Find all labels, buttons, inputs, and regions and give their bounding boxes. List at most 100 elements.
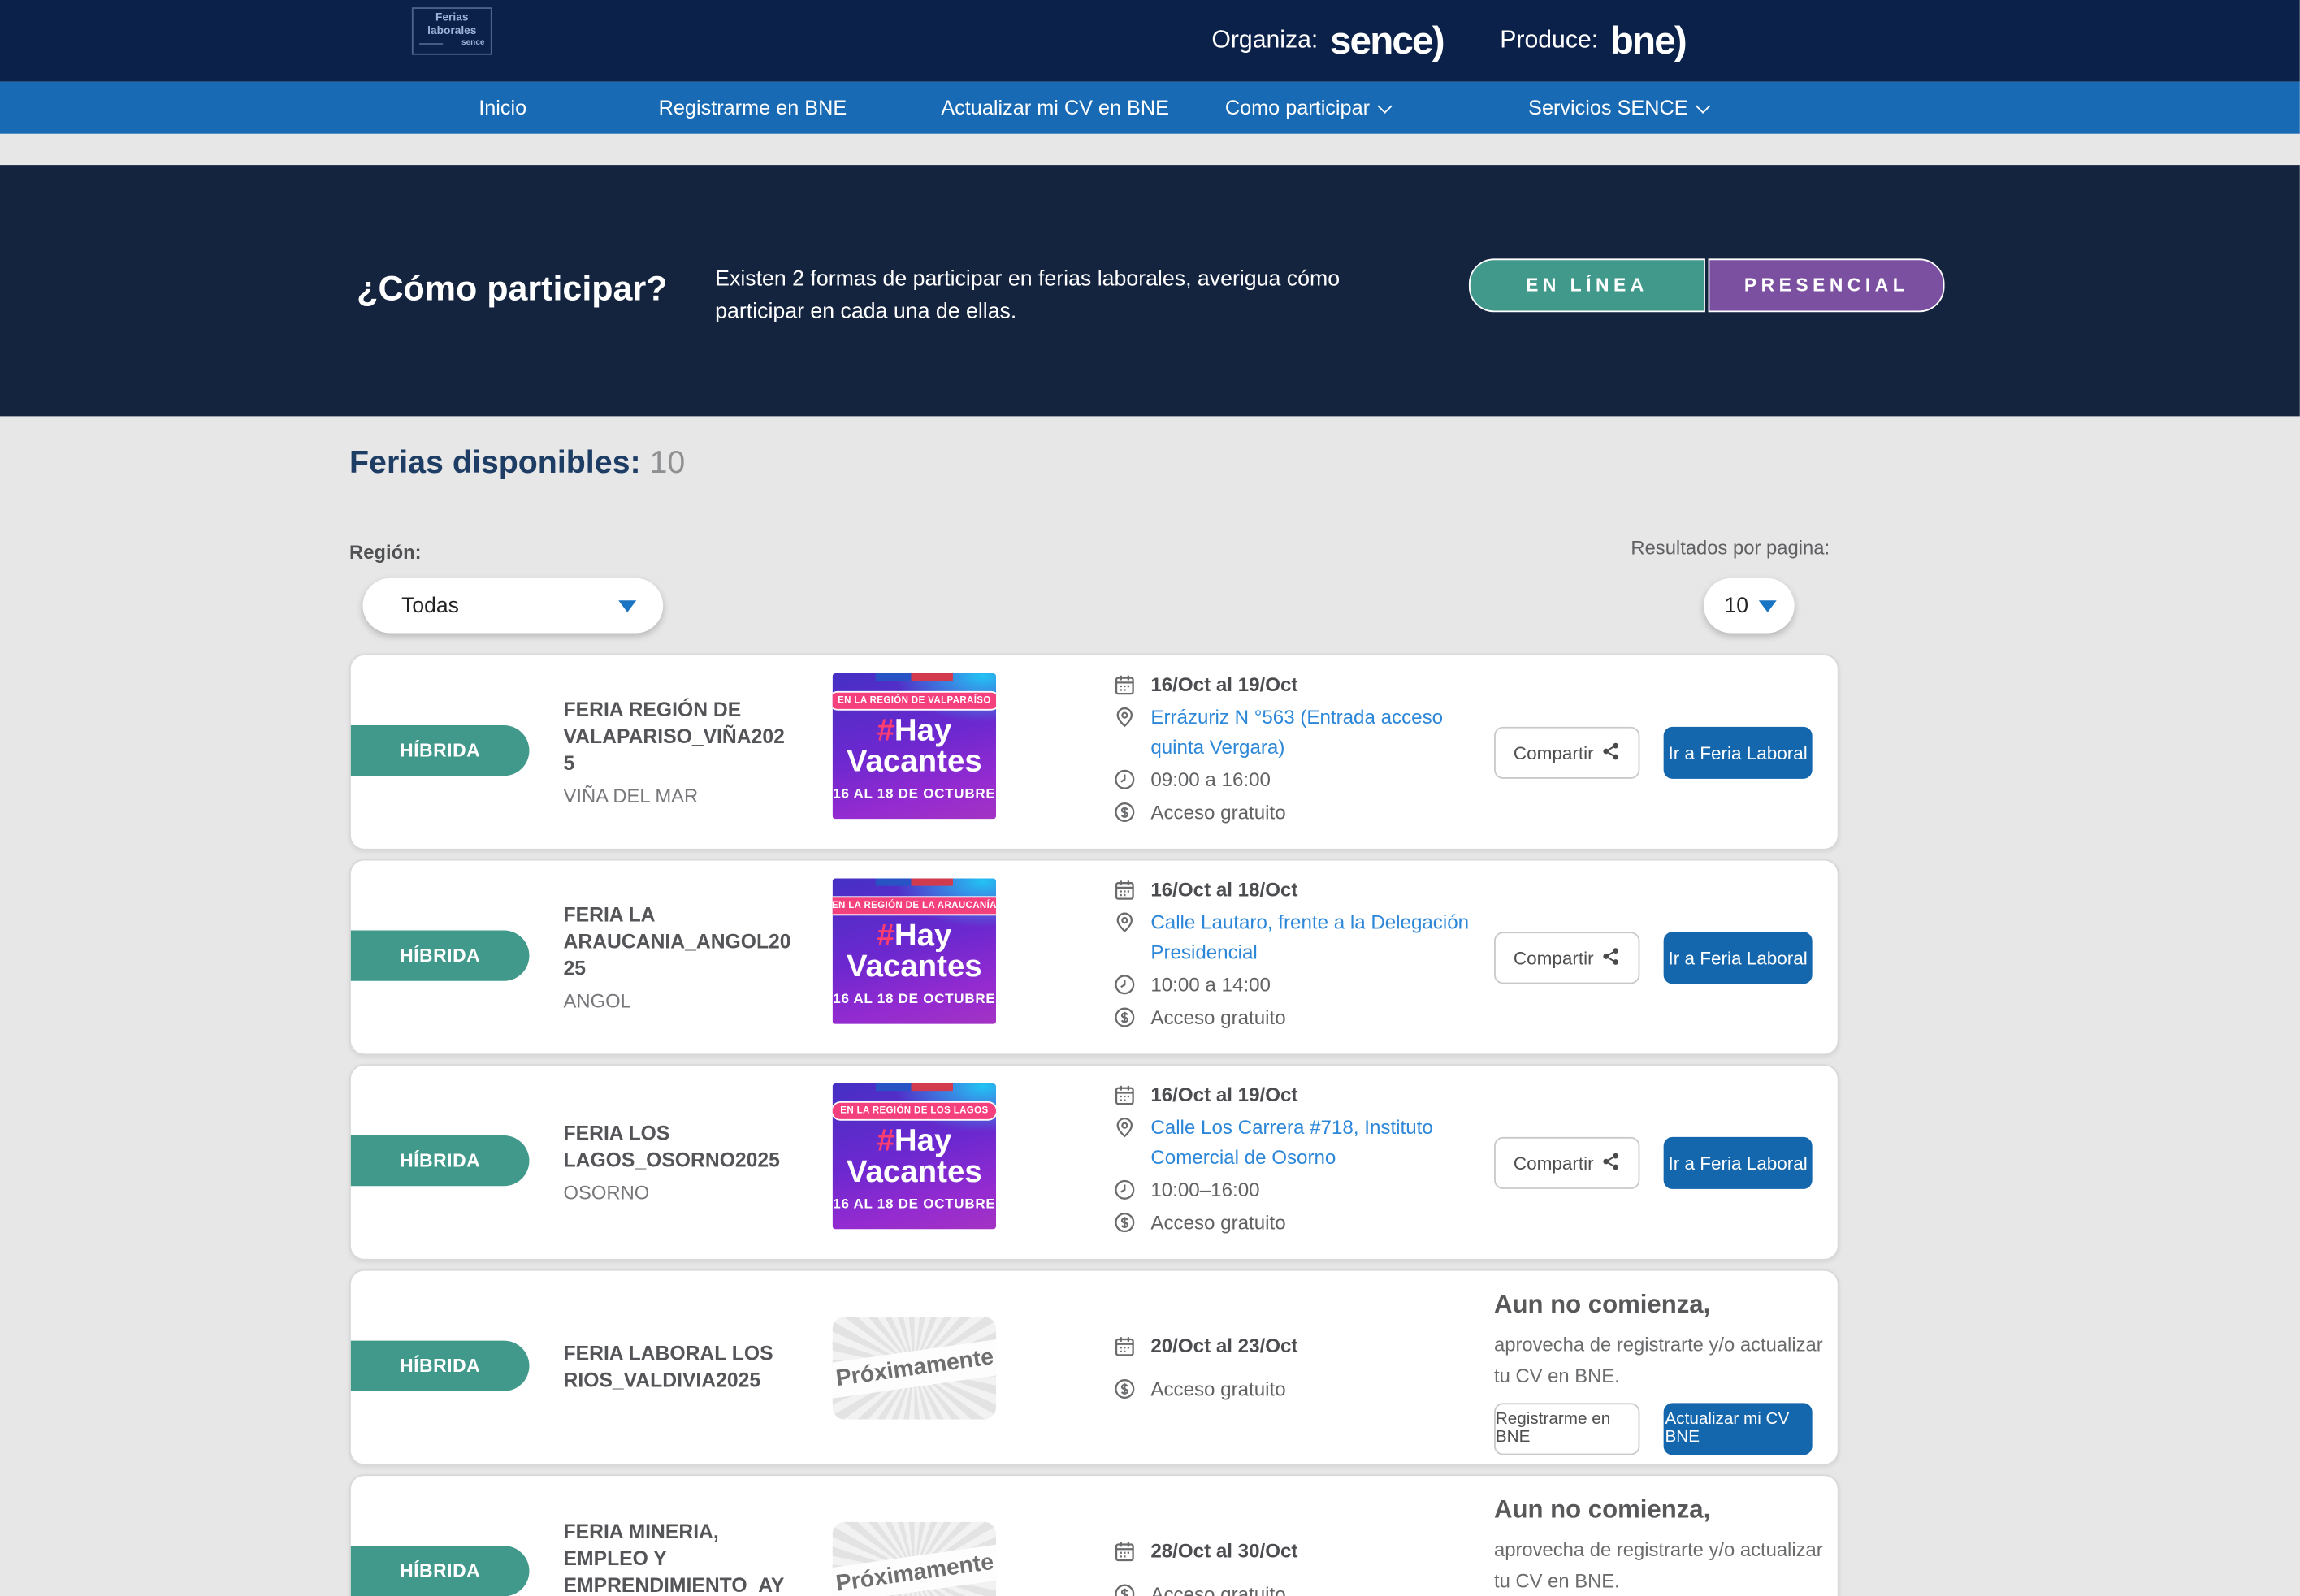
notice-title: Aun no comienza, <box>1494 1495 1829 1525</box>
feria-access: Acceso gratuito <box>1150 1003 1285 1033</box>
calendar-icon <box>1114 1083 1137 1107</box>
dollar-icon <box>1114 1582 1137 1596</box>
feria-title: FERIA LA ARAUCANIA_ANGOL2025 <box>564 902 795 982</box>
clock-icon <box>1114 1179 1137 1202</box>
feria-card: HÍBRIDA FERIA LA ARAUCANIA_ANGOL2025 ANG… <box>349 859 1839 1056</box>
nav-item-servicios-sence[interactable]: Servicios SENCE <box>1528 82 1709 134</box>
compartir-button[interactable]: Compartir <box>1494 1137 1639 1189</box>
not-started-notice: Aun no comienza, aprovecha de registrart… <box>1494 1290 1829 1454</box>
not-started-notice: Aun no comienza, aprovecha de registrart… <box>1494 1495 1829 1596</box>
region-select[interactable]: Todas <box>362 578 663 634</box>
clock-icon <box>1114 974 1137 997</box>
poster-region-tag: EN LA REGIÓN DE LA ARAUCANÍA <box>833 896 996 915</box>
feria-access: Acceso gratuito <box>1150 1579 1285 1596</box>
hero-section: ¿Cómo participar? Existen 2 formas de pa… <box>0 165 2300 416</box>
top-header: Ferias laborales sence Organiza: sence P… <box>0 0 2300 82</box>
feria-date: 16/Oct al 19/Oct <box>1150 670 1297 700</box>
chile-flag-strip <box>876 1083 953 1091</box>
poster-region-tag: EN LA REGIÓN DE VALPARAÍSO <box>833 691 996 711</box>
feria-access: Acceso gratuito <box>1150 1374 1285 1404</box>
chevron-down-icon <box>1696 99 1711 114</box>
feria-location-link[interactable]: Errázuriz N °563 (Entrada acceso quinta … <box>1150 703 1478 763</box>
logo-line2: laborales <box>419 24 485 37</box>
hashtag: # <box>877 919 894 953</box>
calendar-icon <box>1114 878 1137 902</box>
chile-flag-strip <box>876 673 953 681</box>
share-icon <box>1601 1151 1621 1174</box>
nav-item-como-participar[interactable]: Como participar <box>1225 82 1391 134</box>
dropdown-arrow-icon <box>1759 599 1777 612</box>
proximamente-label: Próximamente <box>833 1542 996 1596</box>
notice-text: aprovecha de registrarte y/o actualizar … <box>1494 1330 1829 1392</box>
main-nav: Inicio Registrarme en BNE Actualizar mi … <box>0 82 2300 134</box>
en-linea-button[interactable]: EN LÍNEA <box>1469 258 1705 312</box>
feria-date: 28/Oct al 30/Oct <box>1150 1536 1297 1566</box>
ir-a-feria-button[interactable]: Ir a Feria Laboral <box>1664 932 1813 984</box>
hashtag: # <box>877 713 894 747</box>
sence-logo: sence <box>1330 18 1444 64</box>
hashtag: # <box>877 1123 894 1157</box>
share-icon <box>1601 946 1621 970</box>
hero-description: Existen 2 formas de participar en ferias… <box>715 265 1396 330</box>
feria-access: Acceso gratuito <box>1150 1209 1285 1239</box>
compartir-button[interactable]: Compartir <box>1494 932 1639 984</box>
compartir-button[interactable]: Compartir <box>1494 727 1639 779</box>
proximamente-poster: Próximamente <box>833 1317 996 1419</box>
region-label: Región: <box>349 541 422 563</box>
clock-icon <box>1114 768 1137 792</box>
ferias-laborales-logo: Ferias laborales sence <box>412 7 492 54</box>
feria-card: HÍBRIDA FERIA LABORAL LOS RIOS_VALDIVIA2… <box>349 1269 1839 1466</box>
feria-title: FERIA LABORAL LOS RIOS_VALDIVIA2025 <box>564 1341 795 1394</box>
feria-location-link[interactable]: Calle Lautaro, frente a la Delegación Pr… <box>1150 908 1478 967</box>
dollar-icon <box>1114 1377 1137 1400</box>
feria-date: 16/Oct al 18/Oct <box>1150 876 1297 906</box>
feria-city: ANGOL <box>564 989 795 1011</box>
ferias-disponibles-heading: Ferias disponibles:10 <box>349 444 685 482</box>
location-pin-icon <box>1114 1116 1137 1140</box>
modality-badge: HÍBRIDA <box>351 1546 530 1596</box>
ir-a-feria-button[interactable]: Ir a Feria Laboral <box>1664 727 1813 779</box>
hero-title: ¿Cómo participar? <box>357 269 667 309</box>
presencial-button[interactable]: PRESENCIAL <box>1709 258 1945 312</box>
feria-poster: EN LA REGIÓN DE VALPARAÍSO #Hay Vacantes… <box>833 673 996 819</box>
notice-title: Aun no comienza, <box>1494 1290 1829 1320</box>
actualizar-cv-bne-button[interactable]: Actualizar mi CV BNE <box>1664 1403 1813 1455</box>
feria-title: FERIA LOS LAGOS_OSORNO2025 <box>564 1121 795 1174</box>
feria-date: 16/Oct al 19/Oct <box>1150 1080 1297 1110</box>
feria-access: Acceso gratuito <box>1150 798 1285 828</box>
proximamente-poster: Próximamente <box>833 1522 996 1596</box>
dollar-icon <box>1114 1211 1137 1235</box>
participation-toggle: EN LÍNEA PRESENCIAL <box>1469 258 1945 312</box>
feria-time: 10:00–16:00 <box>1150 1175 1259 1205</box>
poster-dates: 16 AL 18 DE OCTUBRE <box>833 786 995 801</box>
notice-text: aprovecha de registrarte y/o actualizar … <box>1494 1535 1829 1596</box>
registrarme-bne-button[interactable]: Registrarme en BNE <box>1494 1403 1639 1455</box>
chevron-down-icon <box>1378 99 1393 114</box>
poster-dates: 16 AL 18 DE OCTUBRE <box>833 992 995 1006</box>
organizer-strip: Organiza: sence Produce: bne <box>1211 0 1686 82</box>
location-pin-icon <box>1114 706 1137 729</box>
feria-date: 20/Oct al 23/Oct <box>1150 1331 1297 1361</box>
page: Ferias laborales sence Organiza: sence P… <box>0 0 2300 1596</box>
dollar-icon <box>1114 801 1137 824</box>
feria-card: HÍBRIDA FERIA REGIÓN DE VALAPARISO_VIÑA2… <box>349 654 1839 850</box>
modality-badge: HÍBRIDA <box>351 1135 530 1186</box>
proximamente-label: Próximamente <box>833 1337 996 1400</box>
nav-item-inicio[interactable]: Inicio <box>479 82 526 134</box>
nav-item-actualizar-cv[interactable]: Actualizar mi CV en BNE <box>941 82 1169 134</box>
dropdown-arrow-icon <box>618 599 636 612</box>
organiza-label: Organiza: <box>1211 27 1318 55</box>
calendar-icon <box>1114 1334 1137 1357</box>
nav-item-registrarme[interactable]: Registrarme en BNE <box>659 82 847 134</box>
bne-logo: bne <box>1610 18 1686 64</box>
modality-badge: HÍBRIDA <box>351 725 530 776</box>
feria-card: HÍBRIDA FERIA MINERIA, EMPLEO Y EMPRENDI… <box>349 1474 1839 1596</box>
feria-time: 09:00 a 16:00 <box>1150 765 1271 795</box>
location-pin-icon <box>1114 911 1137 935</box>
chile-flag-strip <box>876 878 953 885</box>
ir-a-feria-button[interactable]: Ir a Feria Laboral <box>1664 1137 1813 1189</box>
feria-time: 10:00 a 14:00 <box>1150 971 1271 1001</box>
per-page-select[interactable]: 10 <box>1704 578 1795 634</box>
dollar-icon <box>1114 1006 1137 1030</box>
feria-location-link[interactable]: Calle Los Carrera #718, Instituto Comerc… <box>1150 1114 1478 1173</box>
